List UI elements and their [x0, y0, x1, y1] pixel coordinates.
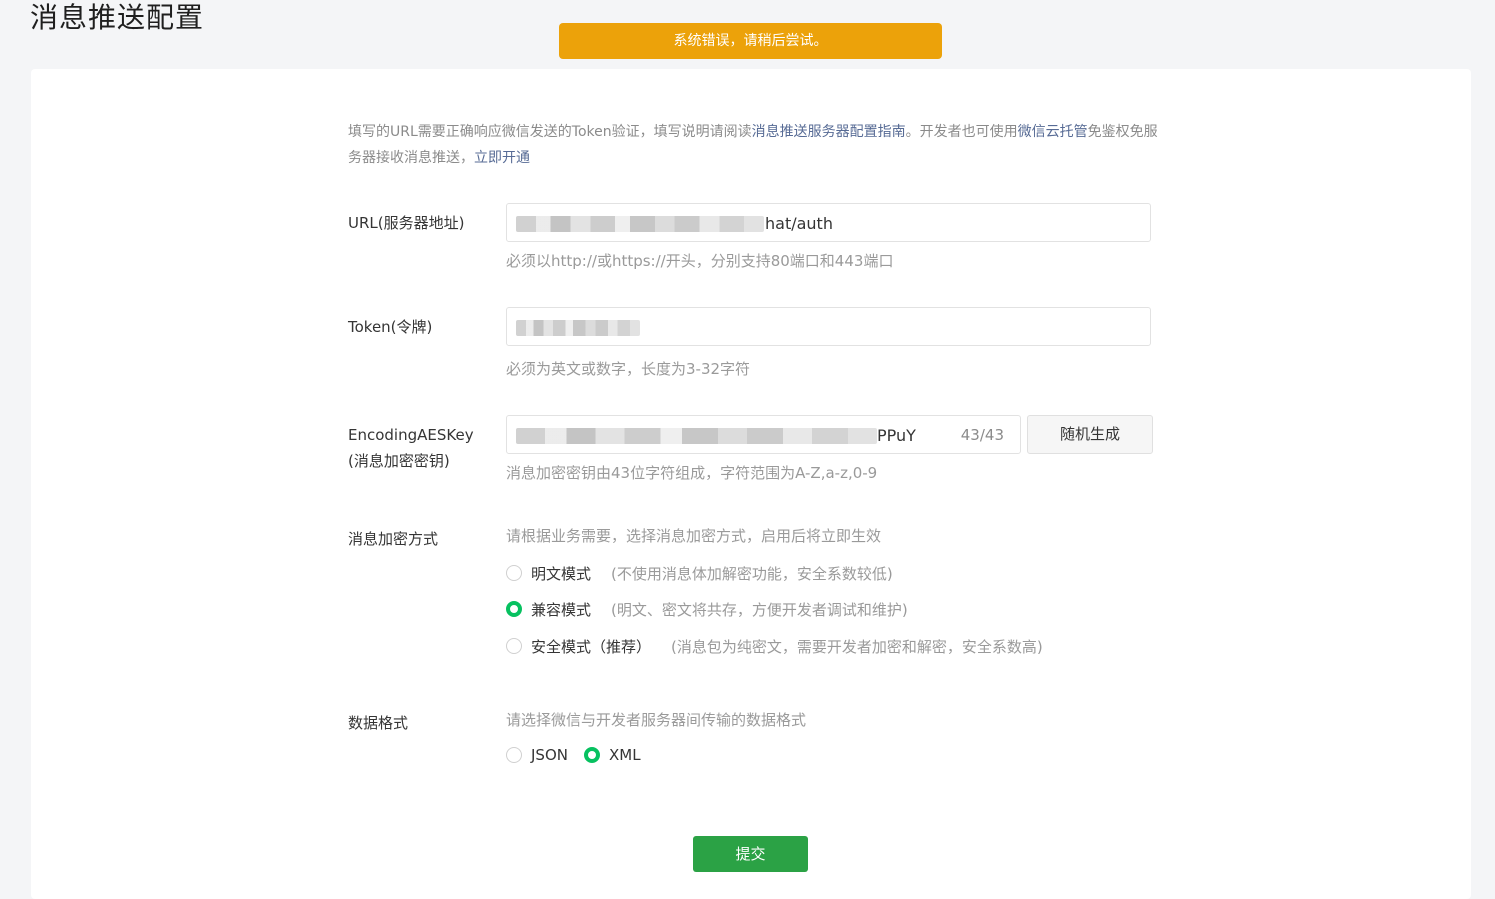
data-format-option-xml[interactable]: XML — [583, 746, 641, 764]
intro-text-part1: 填写的URL需要正确响应微信发送的Token验证，填写说明请阅读 — [348, 124, 752, 140]
url-redacted-mask — [516, 216, 764, 232]
data-format-hint: 请选择微信与开发者服务器间传输的数据格式 — [506, 711, 807, 729]
encryption-option-label: 明文模式 — [531, 564, 592, 583]
data-format-option-label: JSON — [531, 746, 568, 764]
activate-now-link[interactable]: 立即开通 — [474, 150, 530, 166]
token-label: Token(令牌) — [348, 318, 433, 336]
aes-key-hint: 消息加密密钥由43位字符组成，字符范围为A-Z,a-z,0-9 — [506, 464, 878, 482]
encryption-mode-hint: 请根据业务需要，选择消息加密方式，启用后将立即生效 — [506, 527, 882, 545]
page-title: 消息推送配置 — [30, 1, 205, 34]
url-hint: 必须以http://或https://开头，分别支持80端口和443端口 — [506, 252, 894, 270]
encryption-option-label: 兼容模式 — [531, 600, 592, 619]
radio-plaintext[interactable] — [506, 565, 522, 581]
aes-key-redacted-mask — [516, 428, 877, 444]
error-toast: 系统错误，请稍后尝试。 — [559, 23, 942, 59]
aes-key-input-value: PPuY — [877, 426, 916, 445]
data-format-option-label: XML — [608, 746, 641, 764]
random-generate-button[interactable]: 随机生成 — [1027, 415, 1153, 454]
aes-key-label-line2: (消息加密密钥) — [348, 452, 450, 470]
radio-xml[interactable] — [583, 747, 600, 763]
config-card: 填写的URL需要正确响应微信发送的Token验证，填写说明请阅读消息推送服务器配… — [31, 69, 1471, 899]
radio-compatible[interactable] — [506, 601, 522, 617]
encryption-option-desc: (明文、密文将共存，方便开发者调试和维护) — [611, 600, 908, 619]
wechat-cloud-hosting-link[interactable]: 微信云托管 — [1018, 124, 1088, 140]
token-input[interactable] — [506, 307, 1151, 346]
encryption-option-desc: (不使用消息体加解密功能，安全系数较低) — [611, 564, 893, 583]
token-hint: 必须为英文或数字，长度为3-32字符 — [506, 360, 751, 378]
url-input[interactable]: hat/auth — [506, 203, 1151, 242]
intro-text-part2: 。开发者也可使用 — [905, 124, 1018, 140]
data-format-options: JSON XML — [506, 746, 657, 764]
submit-button[interactable]: 提交 — [693, 836, 808, 872]
encryption-mode-label: 消息加密方式 — [348, 530, 439, 548]
encryption-option-secure[interactable]: 安全模式（推荐） (消息包为纯密文，需要开发者加密和解密，安全系数高) — [506, 635, 1043, 657]
aes-key-char-counter: 43/43 — [960, 426, 1004, 444]
server-config-guide-link[interactable]: 消息推送服务器配置指南 — [752, 124, 906, 140]
encryption-option-label: 安全模式（推荐） — [531, 637, 652, 656]
url-input-value: hat/auth — [765, 214, 833, 233]
radio-secure[interactable] — [506, 638, 522, 654]
url-label: URL(服务器地址) — [348, 214, 465, 232]
radio-json[interactable] — [506, 747, 522, 763]
intro-text: 填写的URL需要正确响应微信发送的Token验证，填写说明请阅读消息推送服务器配… — [348, 119, 1158, 171]
aes-key-label-line1: EncodingAESKey — [348, 426, 474, 444]
token-redacted-mask — [516, 320, 640, 336]
encryption-option-compatible[interactable]: 兼容模式 (明文、密文将共存，方便开发者调试和维护) — [506, 598, 908, 620]
data-format-label: 数据格式 — [348, 714, 409, 732]
encryption-option-plaintext[interactable]: 明文模式 (不使用消息体加解密功能，安全系数较低) — [506, 562, 893, 584]
aes-key-input[interactable]: PPuY 43/43 — [506, 415, 1021, 454]
data-format-option-json[interactable]: JSON — [506, 746, 568, 764]
encryption-option-desc: (消息包为纯密文，需要开发者加密和解密，安全系数高) — [671, 637, 1043, 656]
